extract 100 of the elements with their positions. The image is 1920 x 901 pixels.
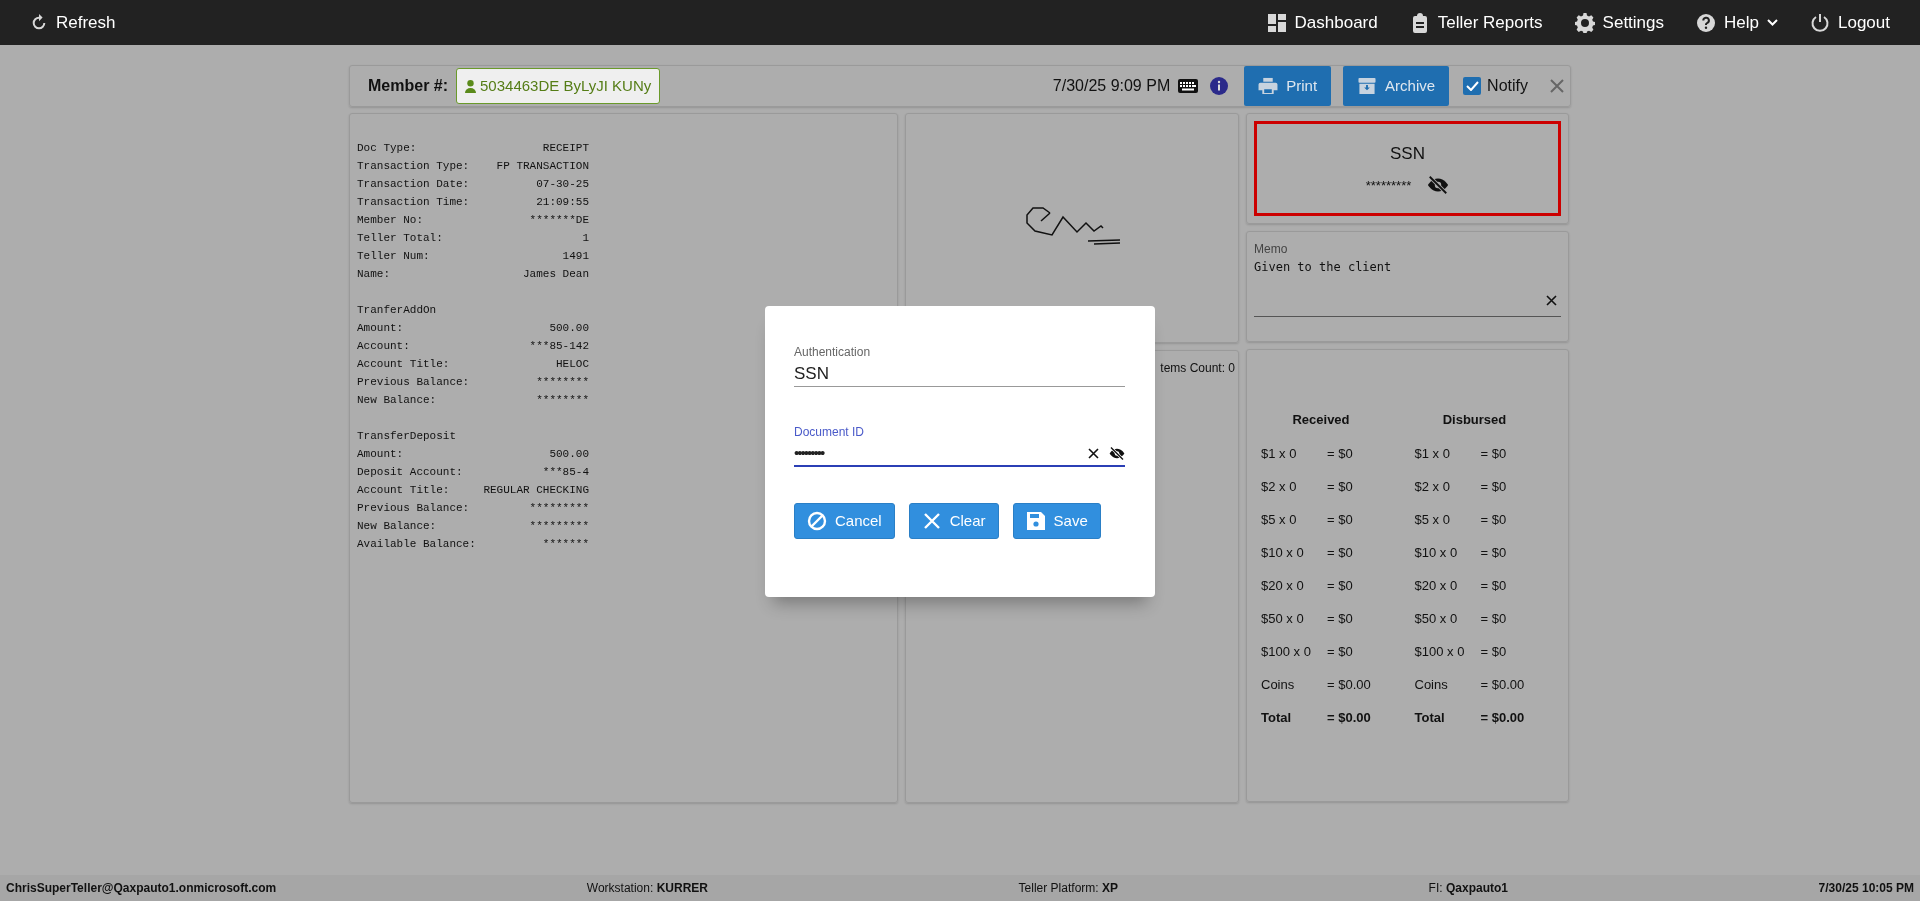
receipt-label: Previous Balance: (357, 375, 470, 390)
items-count: tems Count: 0 (1160, 360, 1235, 377)
close-icon[interactable] (1550, 79, 1564, 93)
denomination-amount: = $0 (1480, 510, 1507, 529)
printer-icon (1258, 77, 1279, 95)
receipt-value: ******** (536, 375, 589, 390)
memo-label: Memo (1254, 241, 1289, 258)
receipt-label: Previous Balance: (357, 501, 470, 516)
text-field[interactable]: ••••••••• (794, 441, 1078, 465)
field-label: Authentication (794, 344, 872, 361)
denomination-label: $50 x 0 (1261, 609, 1305, 628)
receipt-label: Available Balance: (357, 537, 476, 552)
help-icon (1696, 12, 1717, 33)
denomination-amount: = $0 (1327, 576, 1353, 595)
dashboard-icon (1266, 12, 1287, 33)
denomination-amount: = $0.00 (1480, 708, 1525, 727)
user-email: ChrisSuperTeller@Qaxpauto1.onmicrosoft.com (6, 880, 277, 897)
denomination-label: $5 x 0 (1414, 510, 1451, 529)
close-icon (921, 511, 942, 531)
denomination-label: $1 x 0 (1414, 444, 1451, 463)
denomination-label: $5 x 0 (1261, 510, 1298, 529)
caret-icon (1767, 18, 1778, 27)
status-item: Workstation: KURRER (586, 880, 708, 897)
denomination-label: $2 x 0 (1414, 477, 1451, 496)
denomination-amount: = $0 (1327, 609, 1353, 628)
nav-link[interactable]: Teller Reports (1409, 9, 1543, 36)
receipt-value: ******* (542, 537, 589, 552)
receipt-value: James Dean (523, 267, 589, 282)
nav-link[interactable]: Settings (1574, 9, 1665, 36)
header-button[interactable]: Archive (1343, 66, 1450, 106)
receipt-label: Account: (357, 339, 410, 354)
checkmark-icon (1465, 81, 1479, 91)
clear-icon[interactable] (1546, 295, 1557, 306)
memo-value: Given to the client (1254, 259, 1393, 276)
denomination-label: $1 x 0 (1261, 444, 1298, 463)
receipt-label: New Balance: (357, 393, 437, 408)
denomination-label: $100 x 0 (1414, 642, 1466, 661)
denomination-label: Total (1261, 708, 1293, 727)
receipt-value: RECEIPT (542, 141, 589, 156)
status-time: 7/30/25 10:05 PM (1818, 880, 1914, 897)
receipt-value: 21:09:55 (536, 195, 589, 210)
receipt-label: Account Title: (357, 483, 450, 498)
status-item: Teller Platform: XP (1018, 880, 1118, 897)
nav-link[interactable]: Dashboard (1266, 9, 1378, 36)
member-label: Member #: (368, 76, 449, 96)
denomination-label: $50 x 0 (1414, 609, 1459, 628)
denomination-amount: = $0.00 (1480, 675, 1525, 694)
refresh-icon (30, 13, 48, 32)
settings-icon (1574, 12, 1595, 33)
denomination-label: Coins (1261, 675, 1296, 694)
denomination-amount: = $0 (1327, 642, 1353, 661)
receipt-label: Transaction Type: (357, 159, 470, 174)
power-icon (1810, 12, 1830, 33)
denomination-amount: = $0 (1327, 444, 1353, 463)
person-icon (465, 79, 477, 93)
receipt-label: Teller Num: (357, 249, 430, 264)
eye-slash-icon[interactable] (1427, 174, 1450, 197)
notify-checkbox[interactable]: Notify (1463, 74, 1528, 98)
denomination-amount: = $0.00 (1327, 708, 1371, 727)
nav-link[interactable]: Logout (1810, 9, 1890, 36)
member-button[interactable]: 5034463DE ByLyJI KUNy (456, 67, 661, 105)
clear-icon[interactable] (1088, 447, 1099, 459)
header-button[interactable]: Print (1244, 66, 1332, 106)
denomination-label: Coins (1414, 675, 1449, 694)
denomination-label: Total (1414, 708, 1446, 727)
receipt-value: 500.00 (549, 447, 589, 462)
receipt-value: 1491 (562, 249, 589, 264)
denomination-amount: = $0 (1327, 477, 1353, 496)
date-time: 7/30/25 9:09 PM (1052, 76, 1171, 96)
receipt-label: Name: (357, 267, 390, 282)
denomination-amount: = $0 (1480, 444, 1507, 463)
denomination-amount: = $0 (1327, 510, 1353, 529)
archive-box-icon (1357, 77, 1378, 95)
receipt-value: 500.00 (549, 321, 589, 336)
receipt-heading: TranferAddOn (357, 303, 437, 318)
denomination-label: $10 x 0 (1261, 543, 1305, 562)
text-field[interactable]: SSN (794, 360, 1125, 387)
receipt-value: FP TRANSACTION (496, 159, 589, 174)
receipt-label: Transaction Time: (357, 195, 470, 210)
receipt-label: Member No: (357, 213, 423, 228)
receipt-label: Deposit Account: (357, 465, 463, 480)
denomination-amount: = $0 (1480, 609, 1507, 628)
cancel-icon (807, 511, 827, 531)
column-heading: Disbursed (1441, 411, 1508, 429)
receipt-value: 07-30-25 (536, 177, 589, 192)
receipt-value: ******** (536, 393, 589, 408)
ssn-title: SSN (1390, 142, 1425, 165)
denomination-amount: = $0 (1480, 477, 1507, 496)
receipt-label: Transaction Date: (357, 177, 470, 192)
refresh-link[interactable]: Refresh (30, 9, 116, 36)
receipt-value: ********* (529, 501, 589, 516)
keyboard-icon (1178, 79, 1199, 93)
receipt-value: *******DE (529, 213, 589, 228)
info-icon (1210, 77, 1229, 95)
eye-slash-icon[interactable] (1109, 445, 1125, 461)
receipt-label: Account Title: (357, 357, 450, 372)
nav-link[interactable]: Help (1696, 9, 1778, 36)
column-heading: Received (1291, 411, 1351, 429)
receipt-value: REGULAR CHECKING (483, 483, 589, 498)
field-label: Document ID (794, 424, 866, 441)
